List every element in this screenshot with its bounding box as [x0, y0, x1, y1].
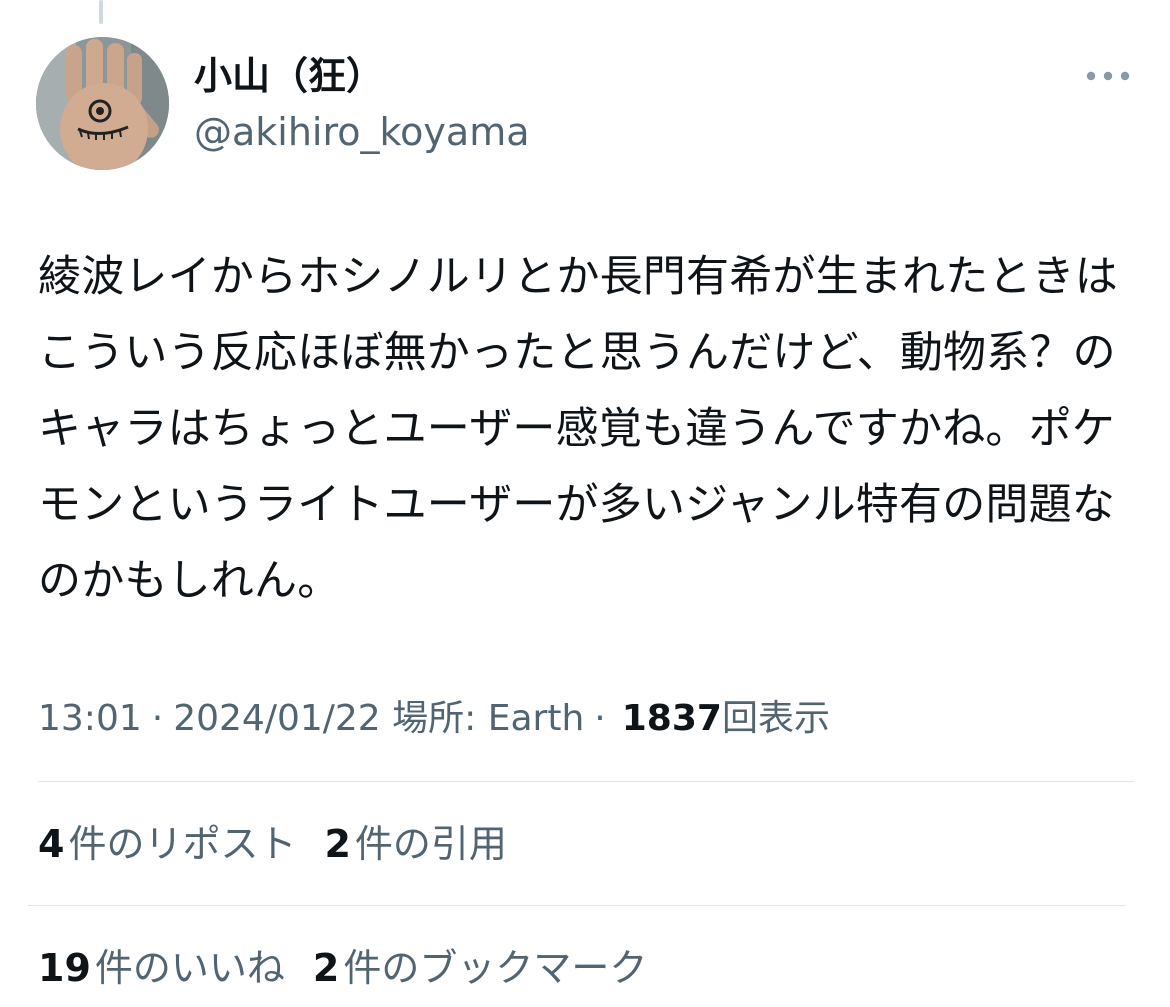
divider	[28, 905, 1126, 906]
avatar-image	[36, 37, 169, 170]
reposts-count: 4	[38, 822, 65, 866]
quotes-label: 件の引用	[354, 822, 507, 866]
bookmarks-stat[interactable]: 2 件のブックマーク	[313, 944, 647, 992]
likes-label: 件のいいね	[94, 946, 285, 990]
tweet-location: 場所: Earth	[392, 698, 585, 739]
views-label: 回表示	[721, 698, 830, 739]
more-horizontal-icon	[1086, 71, 1130, 81]
views-count: 1837	[621, 698, 722, 739]
reposts-label: 件のリポスト	[68, 822, 297, 866]
thread-connector-line	[99, 0, 103, 24]
bookmarks-label: 件のブックマーク	[343, 946, 648, 990]
tweet-text: 綾波レイからホシノルリとか長門有希が生まれたときはこういう反応ほぼ無かったと思う…	[38, 252, 1118, 606]
quotes-stat[interactable]: 2 件の引用	[324, 820, 506, 868]
author-display-name[interactable]: 小山（狂）	[194, 52, 530, 100]
author-handle[interactable]: @akihiro_koyama	[194, 108, 530, 156]
stats-row-likes-bookmarks: 19 件のいいね 2 件のブックマーク	[38, 944, 675, 992]
avatar[interactable]	[36, 37, 169, 170]
reposts-stat[interactable]: 4 件のリポスト	[38, 820, 296, 868]
tweet-date[interactable]: 2024/01/22	[173, 698, 381, 739]
likes-count: 19	[38, 946, 91, 990]
tweet-time[interactable]: 13:01	[38, 698, 142, 739]
meta-separator: ·	[151, 698, 164, 739]
likes-stat[interactable]: 19 件のいいね	[38, 944, 285, 992]
divider	[38, 781, 1134, 782]
stats-row-reposts-quotes: 4 件のリポスト 2 件の引用	[38, 820, 535, 868]
tweet-author[interactable]: 小山（狂） @akihiro_koyama	[194, 52, 530, 156]
more-options-button[interactable]	[1080, 58, 1136, 94]
bookmarks-count: 2	[312, 946, 340, 990]
tweet-meta: 13:01 · 2024/01/22 場所: Earth · 1837回表示	[38, 695, 830, 743]
meta-separator: ·	[594, 698, 606, 739]
quotes-count: 2	[324, 822, 351, 866]
